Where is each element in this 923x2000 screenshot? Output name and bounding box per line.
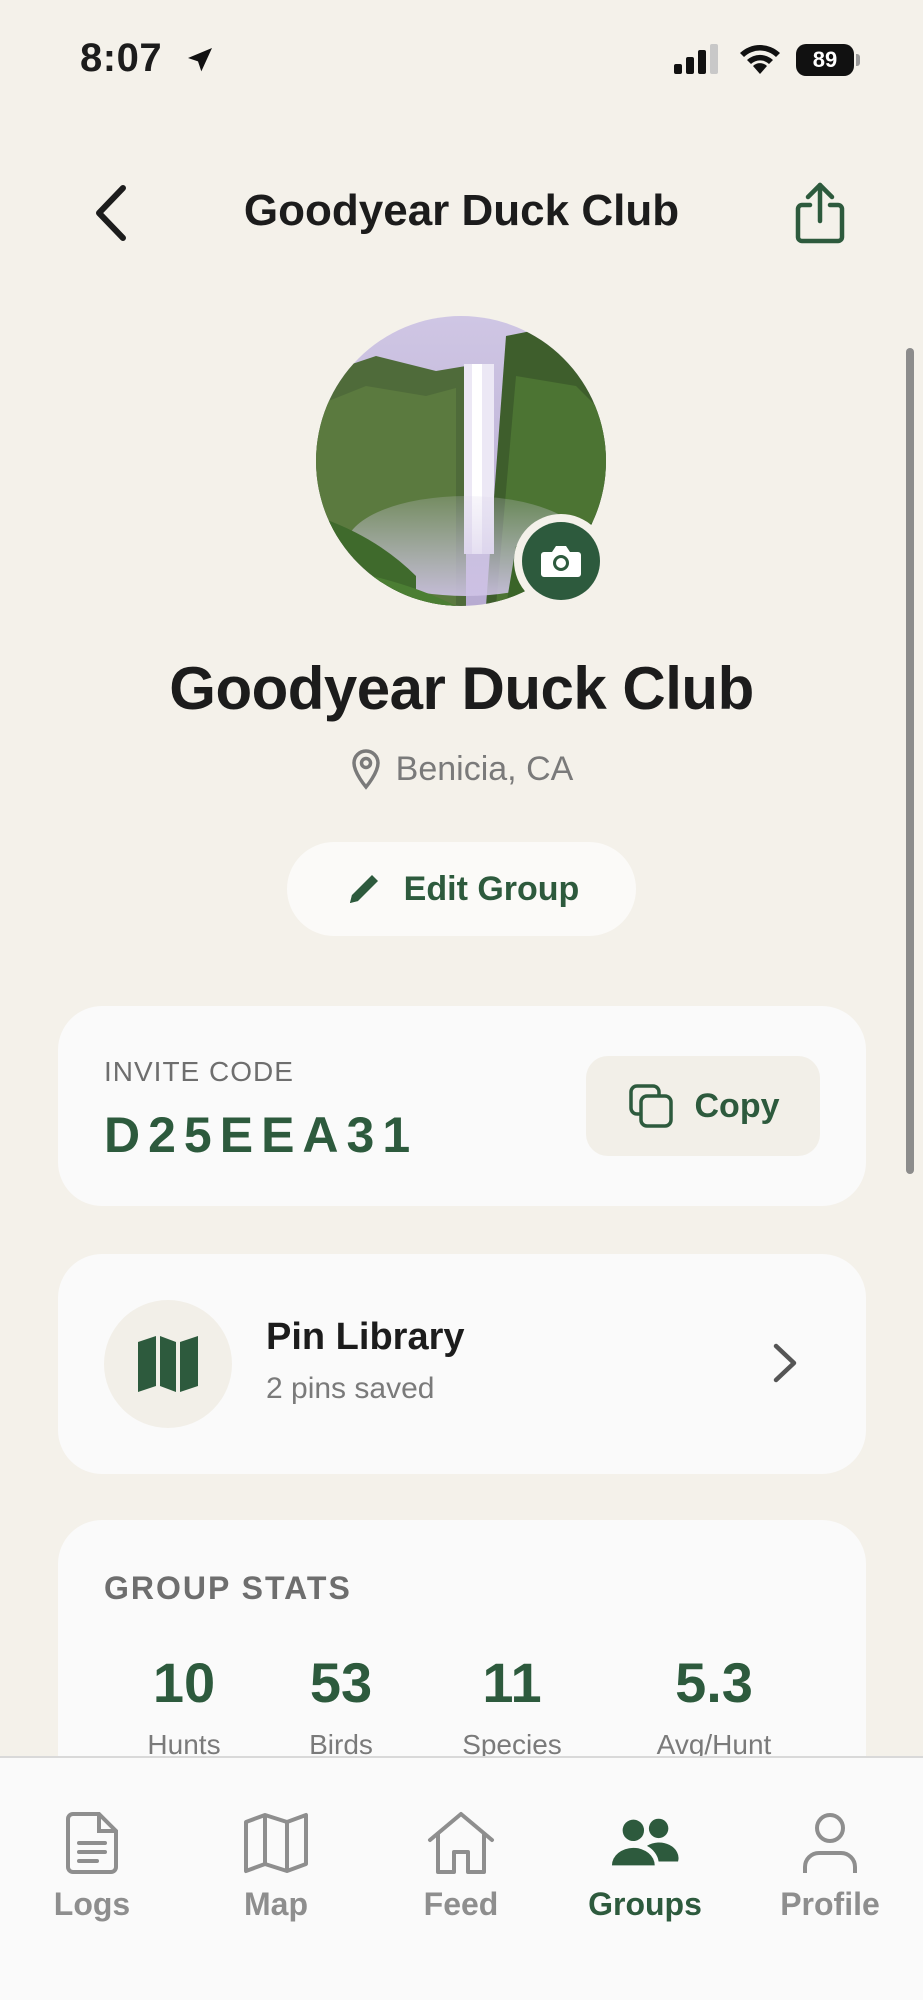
pin-library-row[interactable]: Pin Library 2 pins saved <box>58 1254 866 1474</box>
location-arrow-icon <box>188 48 212 72</box>
copy-label: Copy <box>694 1086 780 1125</box>
home-icon <box>428 1812 494 1874</box>
stat-value: 53 <box>309 1651 373 1714</box>
tab-map[interactable]: Map <box>186 1808 366 1923</box>
tab-feed[interactable]: Feed <box>371 1808 551 1923</box>
tab-label: Profile <box>780 1886 880 1922</box>
tab-groups[interactable]: Groups <box>555 1808 735 1923</box>
pin-library-title: Pin Library <box>266 1316 465 1358</box>
change-photo-button[interactable] <box>514 514 608 608</box>
edit-group-label: Edit Group <box>403 869 580 908</box>
map-icon <box>244 1813 308 1873</box>
map-pin-icon <box>351 749 380 790</box>
share-button[interactable] <box>790 178 850 248</box>
copy-button[interactable]: Copy <box>586 1056 820 1156</box>
stat-species: 11 Species <box>422 1650 602 1761</box>
battery-level: 89 <box>796 44 854 76</box>
stat-avg-hunt: 5.3 Avg/Hunt <box>624 1650 804 1761</box>
invite-code-card: INVITE CODE D25EEA31 Copy <box>58 1006 866 1206</box>
tab-profile[interactable]: Profile <box>740 1808 920 1923</box>
people-icon <box>611 1818 679 1866</box>
group-name: Goodyear Duck Club <box>169 655 754 722</box>
document-icon <box>66 1812 118 1874</box>
status-bar: 8:07 89 <box>0 0 923 120</box>
location-text: Benicia, CA <box>395 749 574 788</box>
map-icon <box>138 1336 198 1392</box>
pencil-icon <box>349 875 378 903</box>
copy-icon <box>628 1084 673 1128</box>
stat-birds: 53 Birds <box>251 1650 431 1761</box>
cellular-signal-icon <box>674 44 718 74</box>
edit-group-button[interactable]: Edit Group <box>287 842 636 936</box>
invite-code-label: INVITE CODE <box>104 1056 294 1087</box>
tab-logs[interactable]: Logs <box>2 1808 182 1923</box>
person-icon <box>803 1813 857 1873</box>
group-location: Benicia, CA <box>0 748 923 790</box>
pin-library-icon-wrap <box>104 1300 232 1428</box>
tab-label: Logs <box>53 1886 131 1922</box>
tab-label: Groups <box>588 1886 702 1922</box>
tab-bar: Logs Map Feed Groups Profile <box>0 1756 923 2000</box>
pin-library-subtitle: 2 pins saved <box>266 1372 435 1405</box>
group-stats-label: GROUP STATS <box>104 1570 352 1606</box>
stat-hunts: 10 Hunts <box>94 1650 274 1761</box>
camera-icon <box>541 546 581 577</box>
tab-label: Map <box>244 1886 308 1922</box>
stat-value: 11 <box>482 1651 542 1714</box>
invite-code-value: D25EEA31 <box>104 1107 419 1163</box>
share-icon <box>795 182 845 244</box>
battery-icon: 89 <box>796 44 860 76</box>
page-title: Goodyear Duck Club <box>243 186 680 235</box>
chevron-right-icon <box>773 1343 797 1383</box>
stat-value: 5.3 <box>675 1651 753 1714</box>
stat-value: 10 <box>152 1651 216 1714</box>
tab-label: Feed <box>423 1886 499 1922</box>
status-time: 8:07 <box>80 36 163 80</box>
wifi-icon <box>740 45 780 74</box>
